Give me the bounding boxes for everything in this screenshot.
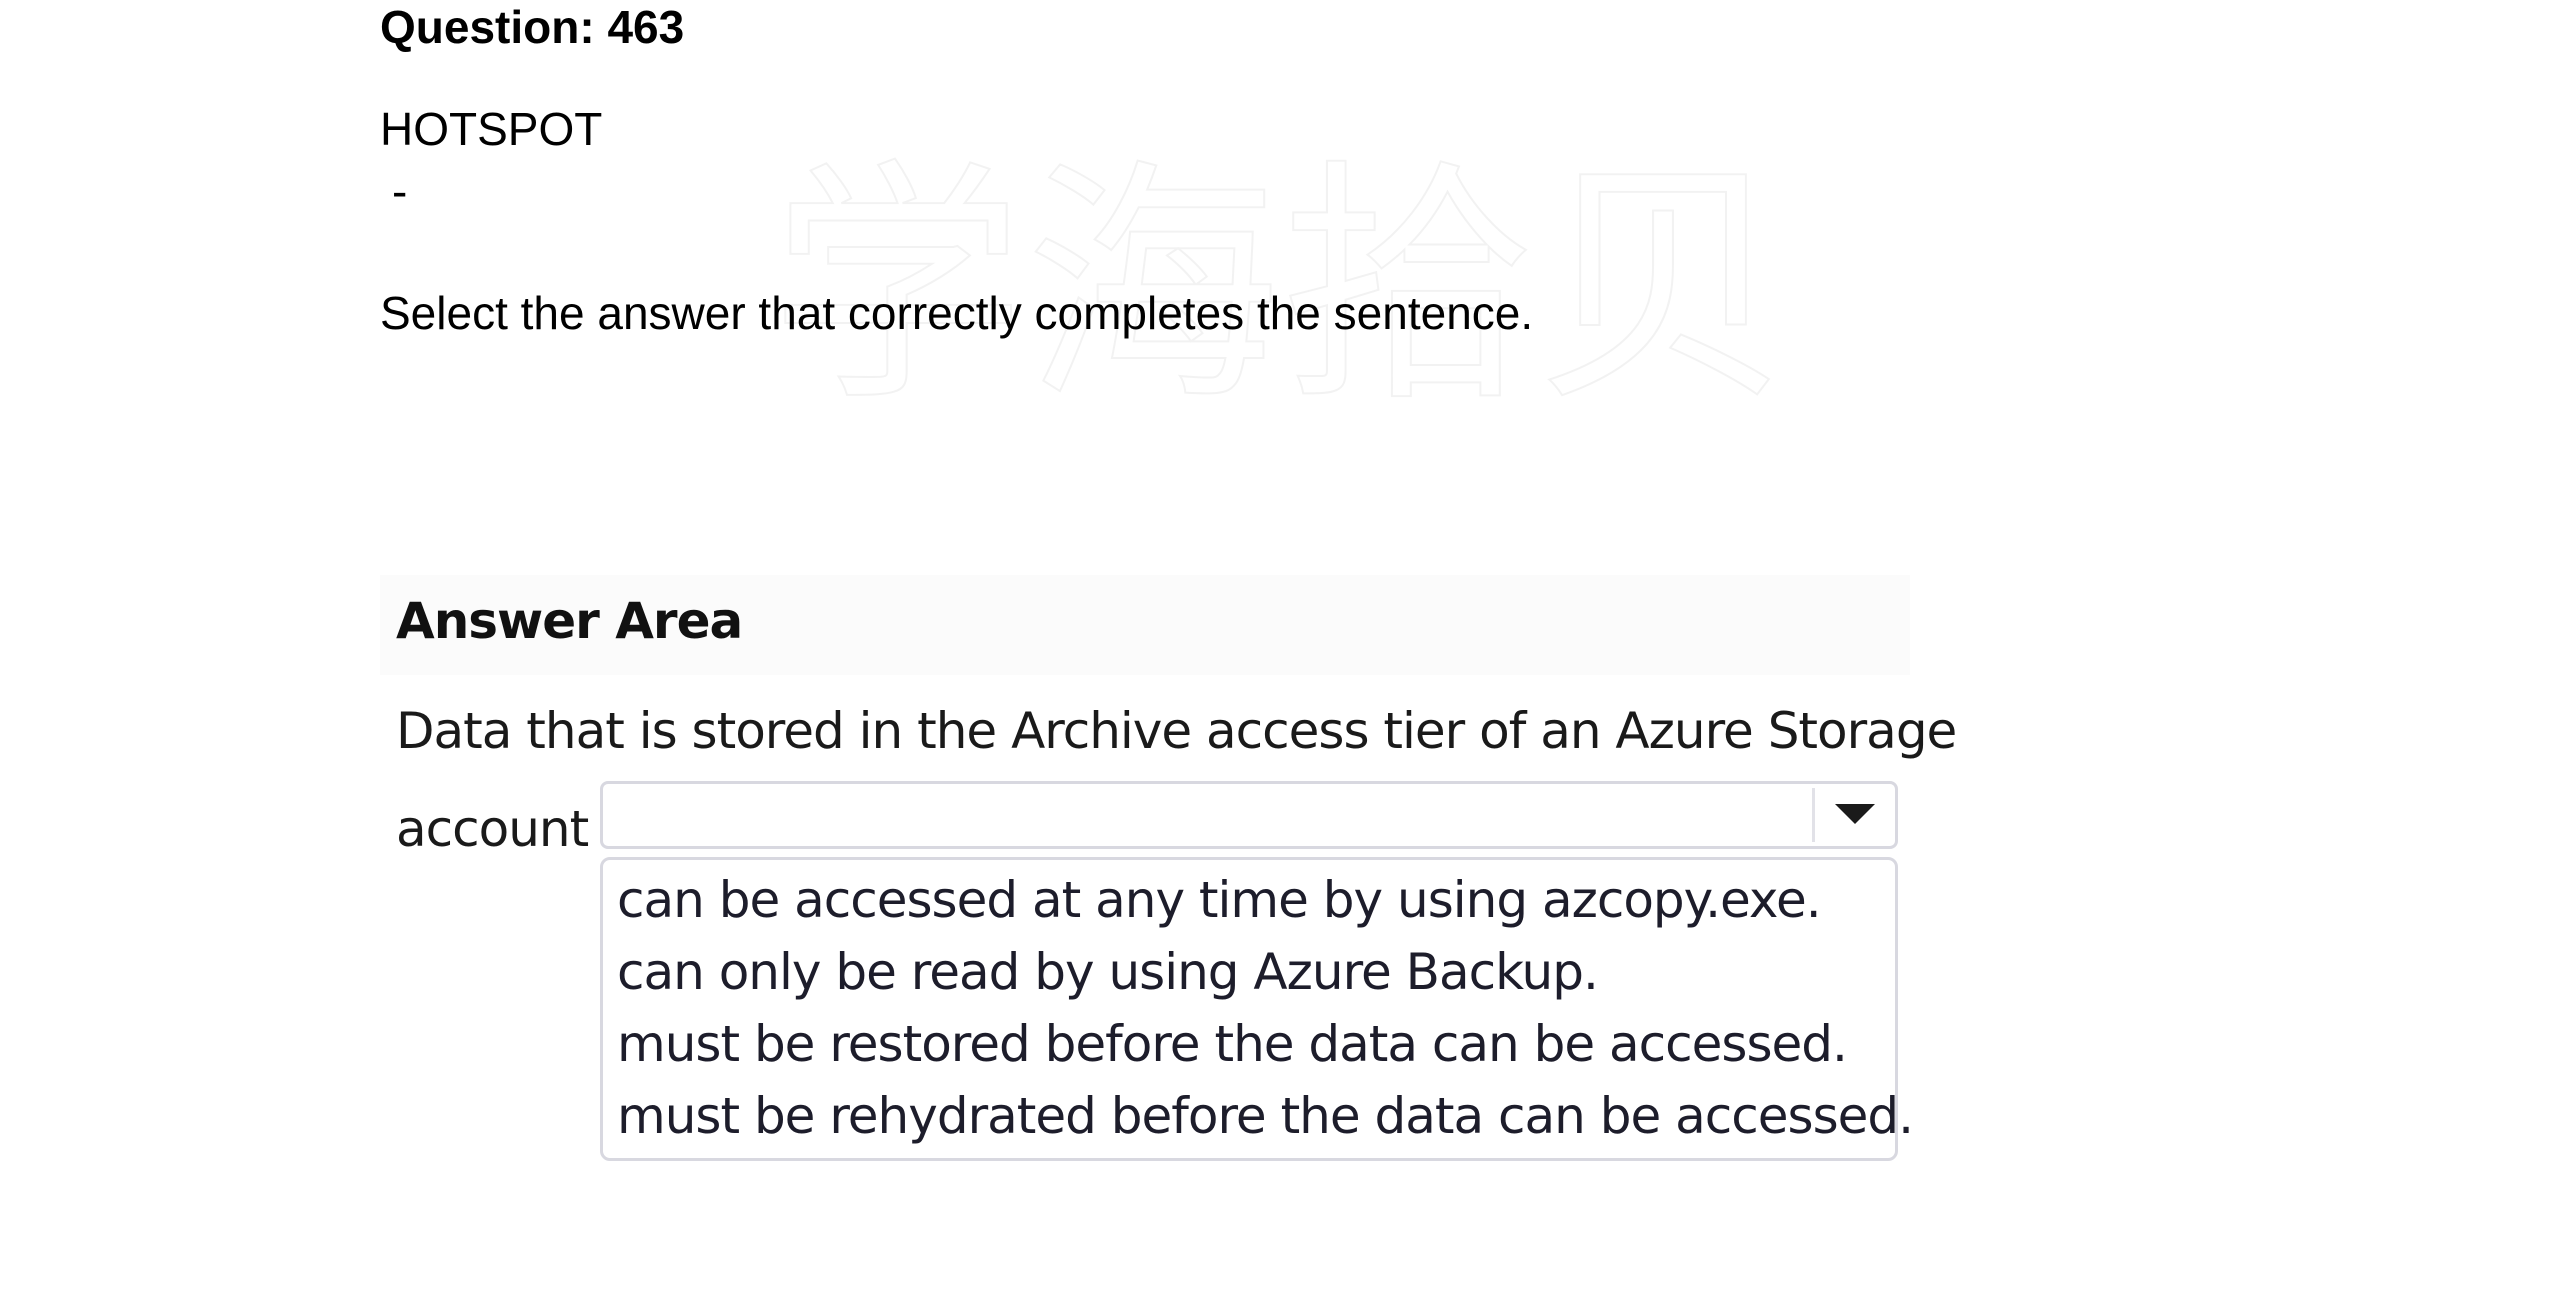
dropdown-options-list: can be accessed at any time by using azc…: [600, 857, 1914, 1161]
answer-dropdown[interactable]: [600, 781, 1898, 849]
dropdown-option[interactable]: can only be read by using Azure Backup.: [603, 936, 1895, 1008]
dropdown-divider: [1812, 788, 1815, 842]
answer-area-header: Answer Area: [380, 575, 1910, 675]
sentence-part1: Data that is stored in the Archive acces…: [396, 702, 1957, 760]
instruction-text: Select the answer that correctly complet…: [380, 287, 1534, 339]
dropdown-option[interactable]: must be rehydrated before the data can b…: [603, 1080, 1914, 1152]
chevron-down-icon[interactable]: [1835, 804, 1875, 824]
dropdown-option[interactable]: can be accessed at any time by using azc…: [603, 864, 1895, 936]
separator: -: [392, 165, 408, 217]
question-title: Question: 463: [380, 1, 685, 53]
question-type: HOTSPOT: [380, 103, 603, 155]
answer-area: Answer Area Data that is stored in the A…: [380, 575, 1957, 1175]
dropdown-option[interactable]: must be restored before the data can be …: [603, 1008, 1895, 1080]
answer-area-heading: Answer Area: [396, 592, 743, 650]
sentence-part2: account: [396, 800, 589, 858]
